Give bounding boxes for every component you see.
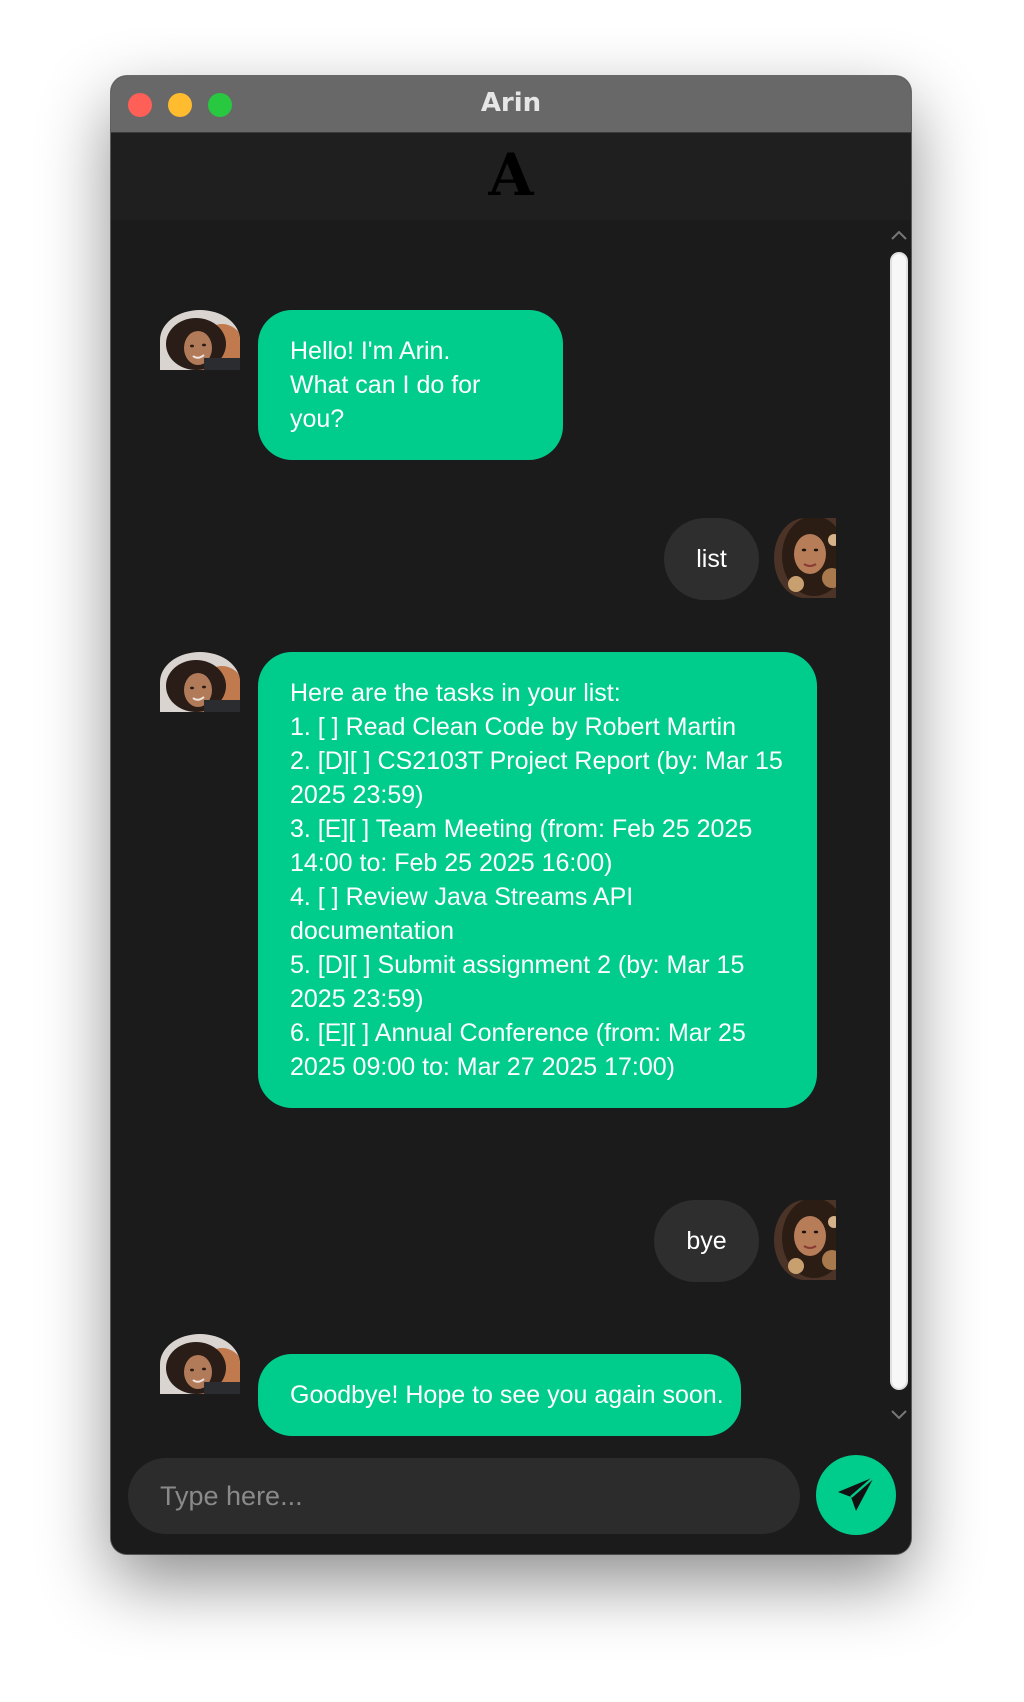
app-logo: A [488,141,534,209]
bot-message: Goodbye! Hope to see you again soon. [258,1354,741,1436]
bot-message: Hello! I'm Arin. What can I do for you? [258,310,563,460]
window-title: Arin [480,88,542,118]
input-bar [111,1436,911,1554]
paper-plane-icon [816,1473,896,1517]
bot-message: Here are the tasks in your list: 1. [ ] … [258,652,817,1108]
chevron-down-icon[interactable] [889,1406,909,1422]
user-message: list [664,518,759,600]
user-avatar [774,518,836,598]
arin-avatar [160,1334,240,1394]
app-header: A [111,133,911,220]
arin-avatar [160,310,240,370]
scroll-track[interactable] [890,252,908,1390]
user-avatar [774,1200,836,1280]
arin-avatar [160,652,240,712]
scroll-thumb[interactable] [892,254,906,1388]
chat-scroll-pane[interactable]: Hello! I'm Arin. What can I do for you? … [111,220,887,1436]
title-bar[interactable]: Arin [111,76,911,133]
message-input[interactable] [128,1458,800,1534]
send-button[interactable] [816,1455,896,1535]
chevron-up-icon[interactable] [889,228,909,244]
vertical-scrollbar[interactable] [887,220,911,1436]
user-message: bye [654,1200,759,1282]
app-window: Arin A Hello! I'm Arin. What can I do fo… [111,76,911,1554]
